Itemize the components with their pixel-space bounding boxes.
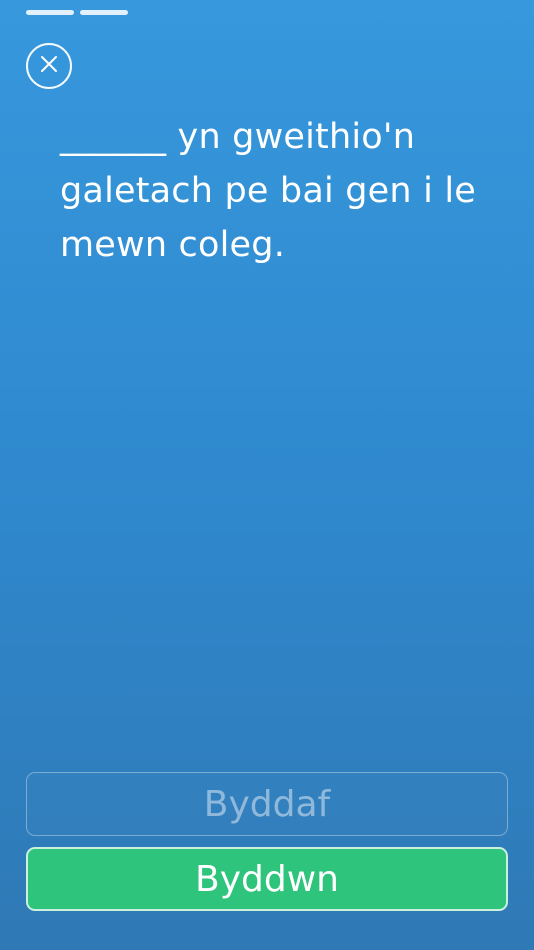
progress-indicator <box>26 10 128 15</box>
answer-option-byddwn[interactable]: Byddwn <box>26 847 508 911</box>
progress-segment <box>26 10 74 15</box>
answer-label: Byddaf <box>203 783 331 825</box>
answer-label: Byddwn <box>195 858 339 900</box>
close-button[interactable] <box>26 43 72 89</box>
progress-segment <box>80 10 128 15</box>
answer-option-byddaf[interactable]: Byddaf <box>26 772 508 836</box>
close-icon <box>38 53 60 79</box>
question-text: ______ yn gweithio'n galetach pe bai gen… <box>60 117 476 265</box>
